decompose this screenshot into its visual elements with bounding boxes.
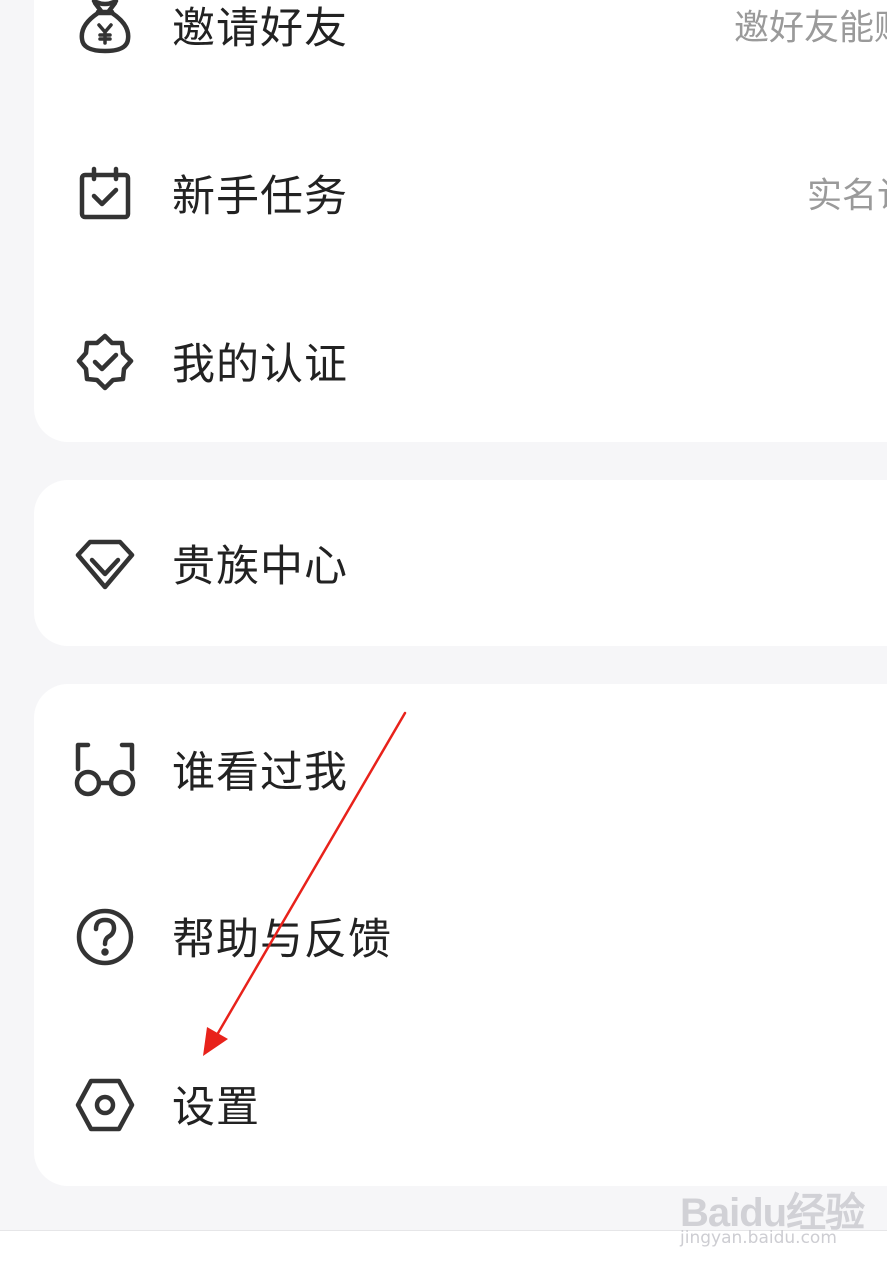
menu-card-vip: 贵族中心 (34, 480, 887, 646)
verified-badge-icon (74, 331, 136, 393)
newbie-tasks-hint: 实名认 (807, 176, 887, 217)
menu-card-misc: 谁看过我 帮助与反馈 设置 (34, 684, 887, 1186)
invite-friends-hint: 邀好友能赚 (734, 8, 887, 49)
my-verification-label: 我的认证 (172, 340, 348, 390)
menu-item-settings[interactable]: 设置 (34, 1044, 887, 1164)
calendar-check-icon (74, 163, 136, 225)
who-viewed-me-label: 谁看过我 (172, 748, 348, 798)
menu-card-account: 邀请好友 邀好友能赚 新手任务 实名认 我的认证 (34, 0, 887, 442)
tab-message-icon[interactable] (535, 1267, 605, 1275)
diamond-icon (74, 533, 136, 595)
glasses-icon (74, 739, 136, 801)
noble-center-label: 贵族中心 (172, 542, 348, 592)
menu-item-my-verification[interactable]: 我的认证 (34, 301, 887, 421)
money-bag-icon (74, 0, 136, 57)
menu-item-invite-friends[interactable]: 邀请好友 邀好友能赚 (34, 0, 887, 85)
menu-item-newbie-tasks[interactable]: 新手任务 实名认 (34, 133, 887, 253)
settings-hexagon-icon (74, 1074, 136, 1136)
bottom-tab-bar (0, 1230, 887, 1275)
menu-item-who-viewed-me[interactable]: 谁看过我 (34, 709, 887, 829)
help-feedback-label: 帮助与反馈 (172, 915, 392, 965)
tab-chat-icon[interactable] (316, 1267, 386, 1275)
profile-menu-page: 邀请好友 邀好友能赚 新手任务 实名认 我的认证 (0, 0, 887, 1275)
tab-profile-icon[interactable] (783, 1267, 853, 1275)
tab-heart-icon[interactable] (78, 1267, 148, 1275)
help-circle-icon (74, 906, 136, 968)
newbie-tasks-label: 新手任务 (172, 172, 348, 222)
invite-friends-label: 邀请好友 (172, 4, 348, 54)
settings-label: 设置 (172, 1083, 260, 1133)
menu-item-help-feedback[interactable]: 帮助与反馈 (34, 876, 887, 996)
menu-item-noble-center[interactable]: 贵族中心 (34, 503, 887, 623)
